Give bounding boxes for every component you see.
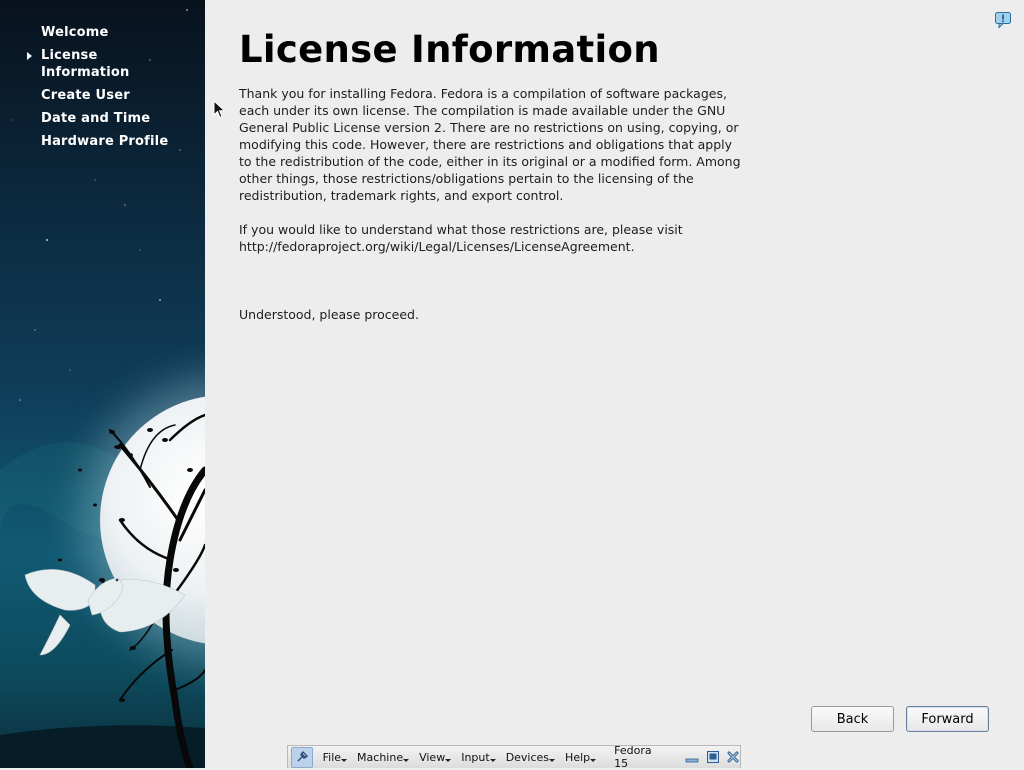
close-icon[interactable] xyxy=(726,749,740,765)
sidebar-item-create-user[interactable]: Create User xyxy=(0,87,205,104)
page-title: License Information xyxy=(239,28,660,71)
sidebar-item-hardware-profile[interactable]: Hardware Profile xyxy=(0,133,205,150)
vm-menu-file[interactable]: File xyxy=(323,751,348,764)
sidebar-item-license-information[interactable]: License Information xyxy=(0,47,205,81)
forward-button[interactable]: Forward xyxy=(906,706,989,732)
sidebar-item-welcome[interactable]: Welcome xyxy=(0,24,205,41)
pin-icon[interactable] xyxy=(291,746,313,768)
restore-icon[interactable] xyxy=(705,749,719,765)
sidebar-item-label: Welcome xyxy=(41,25,109,40)
license-url-paragraph: If you would like to understand what tho… xyxy=(239,222,683,254)
back-button[interactable]: Back xyxy=(811,706,894,732)
sidebar-item-label: Date and Time xyxy=(41,111,151,126)
sidebar: Welcome License Information Create User … xyxy=(0,0,205,768)
sidebar-nav: Welcome License Information Create User … xyxy=(0,24,205,156)
vm-menu-devices[interactable]: Devices xyxy=(506,751,556,764)
vm-name: Fedora 15 xyxy=(614,744,652,770)
current-step-arrow-icon xyxy=(27,52,32,60)
minimize-icon[interactable] xyxy=(685,749,699,765)
sidebar-item-label: License Information xyxy=(41,48,130,80)
sidebar-item-label: Create User xyxy=(41,88,130,103)
vm-menu-view[interactable]: View xyxy=(419,751,452,764)
sidebar-item-label: Hardware Profile xyxy=(41,134,169,149)
main-content: License Information Thank you for instal… xyxy=(205,0,1024,768)
mouse-pointer-icon xyxy=(213,100,226,119)
license-paragraph: Thank you for installing Fedora. Fedora … xyxy=(239,86,741,203)
vm-menu-input[interactable]: Input xyxy=(461,751,497,764)
acknowledgement-text: Understood, please proceed. xyxy=(239,307,419,322)
sidebar-item-date-and-time[interactable]: Date and Time xyxy=(0,110,205,127)
vm-mini-toolbar: File Machine View Input Devices Help Fed… xyxy=(287,744,741,770)
vm-menu-machine[interactable]: Machine xyxy=(357,751,410,764)
help-icon[interactable] xyxy=(994,11,1012,29)
vm-menu-help[interactable]: Help xyxy=(565,751,597,764)
